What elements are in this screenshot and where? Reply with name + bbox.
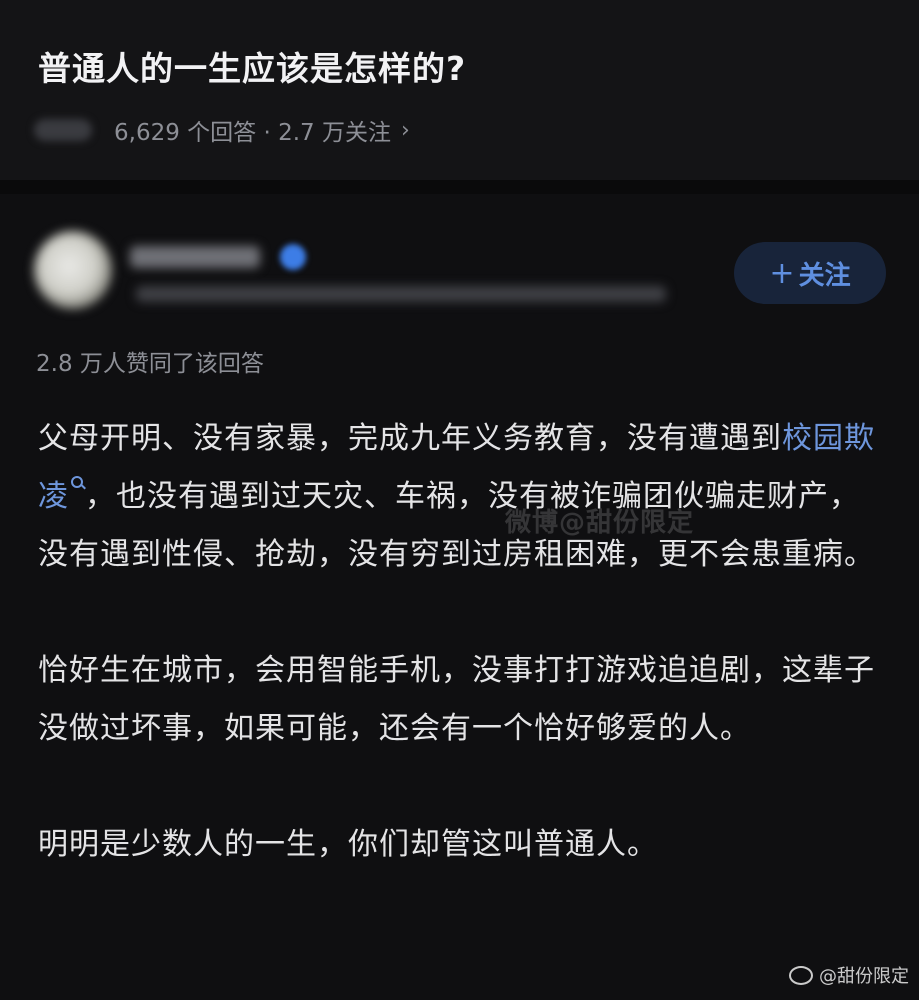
weibo-icon — [789, 965, 813, 985]
question-title[interactable]: 普通人的一生应该是怎样的? — [38, 42, 466, 90]
author-name-blurred[interactable] — [130, 246, 260, 268]
author-avatar[interactable] — [34, 231, 112, 309]
upvote-count: 2.8 万人赞同了该回答 — [36, 351, 264, 377]
answer-card: + 关注 2.8 万人赞同了该回答 父母开明、没有家暴，完成九年义务教育，没有遭… — [0, 194, 919, 1000]
plus-icon: + — [769, 255, 795, 291]
follow-button[interactable]: + 关注 — [734, 242, 886, 304]
corner-watermark-text: @甜份限定 — [819, 966, 909, 987]
search-icon — [71, 476, 85, 490]
answer-body: 父母开明、没有家暴，完成九年义务教育，没有遭遇到校园欺凌 ，也没有遇到过天灾、车祸… — [38, 410, 883, 874]
paragraph-text: 父母开明、没有家暴，完成九年义务教育，没有遭遇到 — [38, 421, 782, 456]
question-stats: 6,629 个回答 · 2.7 万关注 — [114, 120, 391, 146]
blurred-topic-tag — [34, 119, 92, 141]
verified-icon — [280, 244, 306, 270]
question-meta[interactable]: 6,629 个回答 · 2.7 万关注 › — [34, 112, 410, 148]
chevron-right-icon: › — [400, 117, 410, 143]
question-header: 普通人的一生应该是怎样的? 6,629 个回答 · 2.7 万关注 › — [0, 0, 919, 180]
section-divider — [0, 180, 919, 194]
follow-button-label: 关注 — [798, 260, 851, 291]
answer-paragraph-1: 父母开明、没有家暴，完成九年义务教育，没有遭遇到校园欺凌 ，也没有遇到过天灾、车祸… — [38, 410, 883, 584]
answer-paragraph-2: 恰好生在城市，会用智能手机，没事打打游戏追追剧，这辈子没做过坏事，如果可能，还会… — [38, 653, 875, 746]
author-bio-blurred — [136, 286, 666, 302]
corner-watermark: @甜份限定 — [789, 962, 909, 988]
paragraph-text: ，也没有遇到过天灾、车祸，没有被诈骗团伙骗走财产，没有遇到性侵、抢劫，没有穷到过… — [38, 479, 875, 572]
watermark-text: 微博@甜份限定 — [505, 508, 695, 538]
answer-paragraph-3: 明明是少数人的一生，你们却管这叫普通人。 — [38, 827, 658, 862]
